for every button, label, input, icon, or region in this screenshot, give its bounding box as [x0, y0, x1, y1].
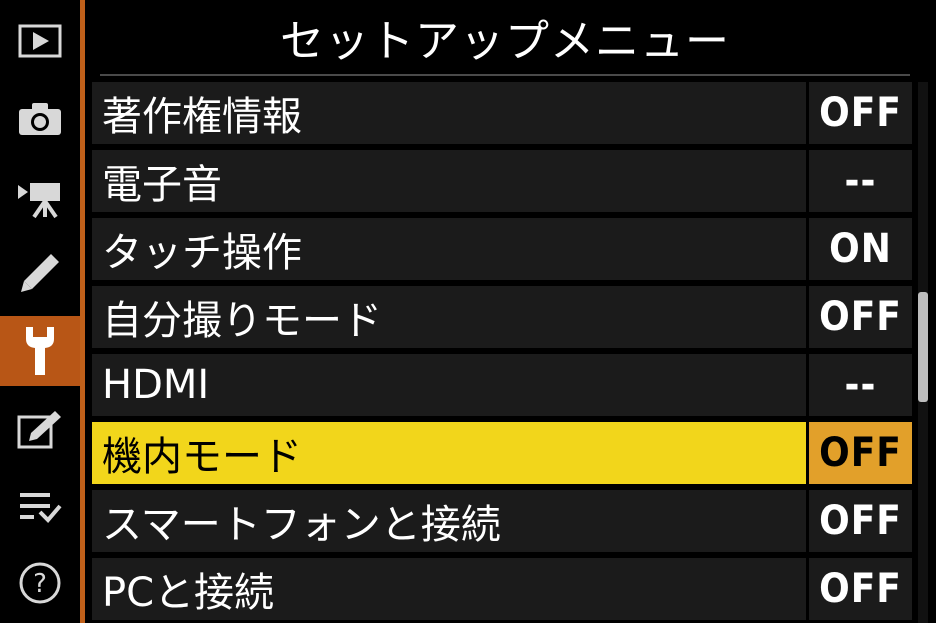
- menu-item-label: 自分撮りモード: [92, 286, 806, 348]
- tab-custom-settings[interactable]: [0, 238, 80, 308]
- menu-item-value: OFF: [809, 422, 912, 484]
- menu-item-beep[interactable]: 電子音 --: [92, 150, 912, 212]
- menu-item-hdmi[interactable]: HDMI --: [92, 354, 912, 416]
- menu-item-value: ON: [809, 218, 912, 280]
- menu-item-selfie-mode[interactable]: 自分撮りモード OFF: [92, 286, 912, 348]
- tab-photo-shooting[interactable]: [0, 84, 80, 154]
- menu-item-value: OFF: [809, 558, 912, 620]
- menu-item-label: PCと接続: [92, 558, 806, 620]
- tab-movie-shooting[interactable]: [0, 162, 80, 232]
- tab-setup[interactable]: [0, 316, 80, 386]
- menu-item-label: スマートフォンと接続: [92, 490, 806, 552]
- tab-retouch[interactable]: [0, 394, 80, 464]
- menu-item-touch-controls[interactable]: タッチ操作 ON: [92, 218, 912, 280]
- menu-item-label: タッチ操作: [92, 218, 806, 280]
- scrollbar-thumb[interactable]: [918, 292, 928, 402]
- playback-icon: [18, 24, 62, 58]
- menu-item-label: 電子音: [92, 150, 806, 212]
- menu-item-label: HDMI: [92, 354, 806, 416]
- movie-camera-icon: [18, 183, 60, 219]
- menu-item-connect-to-pc[interactable]: PCと接続 OFF: [92, 558, 912, 620]
- menu-item-copyright-info[interactable]: 著作権情報 OFF: [92, 82, 912, 144]
- tab-my-menu[interactable]: [0, 472, 80, 542]
- menu-item-value: --: [809, 354, 912, 416]
- sidebar-divider: [80, 0, 85, 623]
- sidebar: ?: [0, 0, 80, 623]
- wrench-icon: [26, 327, 54, 375]
- camera-icon: [19, 103, 61, 135]
- menu-item-value: OFF: [809, 82, 912, 144]
- menu-item-label: 機内モード: [92, 422, 806, 484]
- tab-help[interactable]: ?: [0, 548, 80, 618]
- menu-item-label: 著作権情報: [92, 82, 806, 144]
- retouch-icon: [17, 411, 61, 449]
- menu-item-value: OFF: [809, 286, 912, 348]
- menu-item-connect-to-smart-device[interactable]: スマートフォンと接続 OFF: [92, 490, 912, 552]
- page-title: セットアップメニュー: [280, 16, 730, 67]
- title-divider: [100, 74, 910, 76]
- pencil-icon: [21, 254, 59, 292]
- help-icon: ?: [19, 562, 61, 604]
- menu-item-airplane-mode[interactable]: 機内モード OFF: [92, 422, 912, 484]
- tab-playback[interactable]: [0, 6, 80, 76]
- menu-item-value: OFF: [809, 490, 912, 552]
- svg-text:?: ?: [33, 569, 47, 599]
- menu-item-value: --: [809, 150, 912, 212]
- my-menu-icon: [20, 493, 62, 523]
